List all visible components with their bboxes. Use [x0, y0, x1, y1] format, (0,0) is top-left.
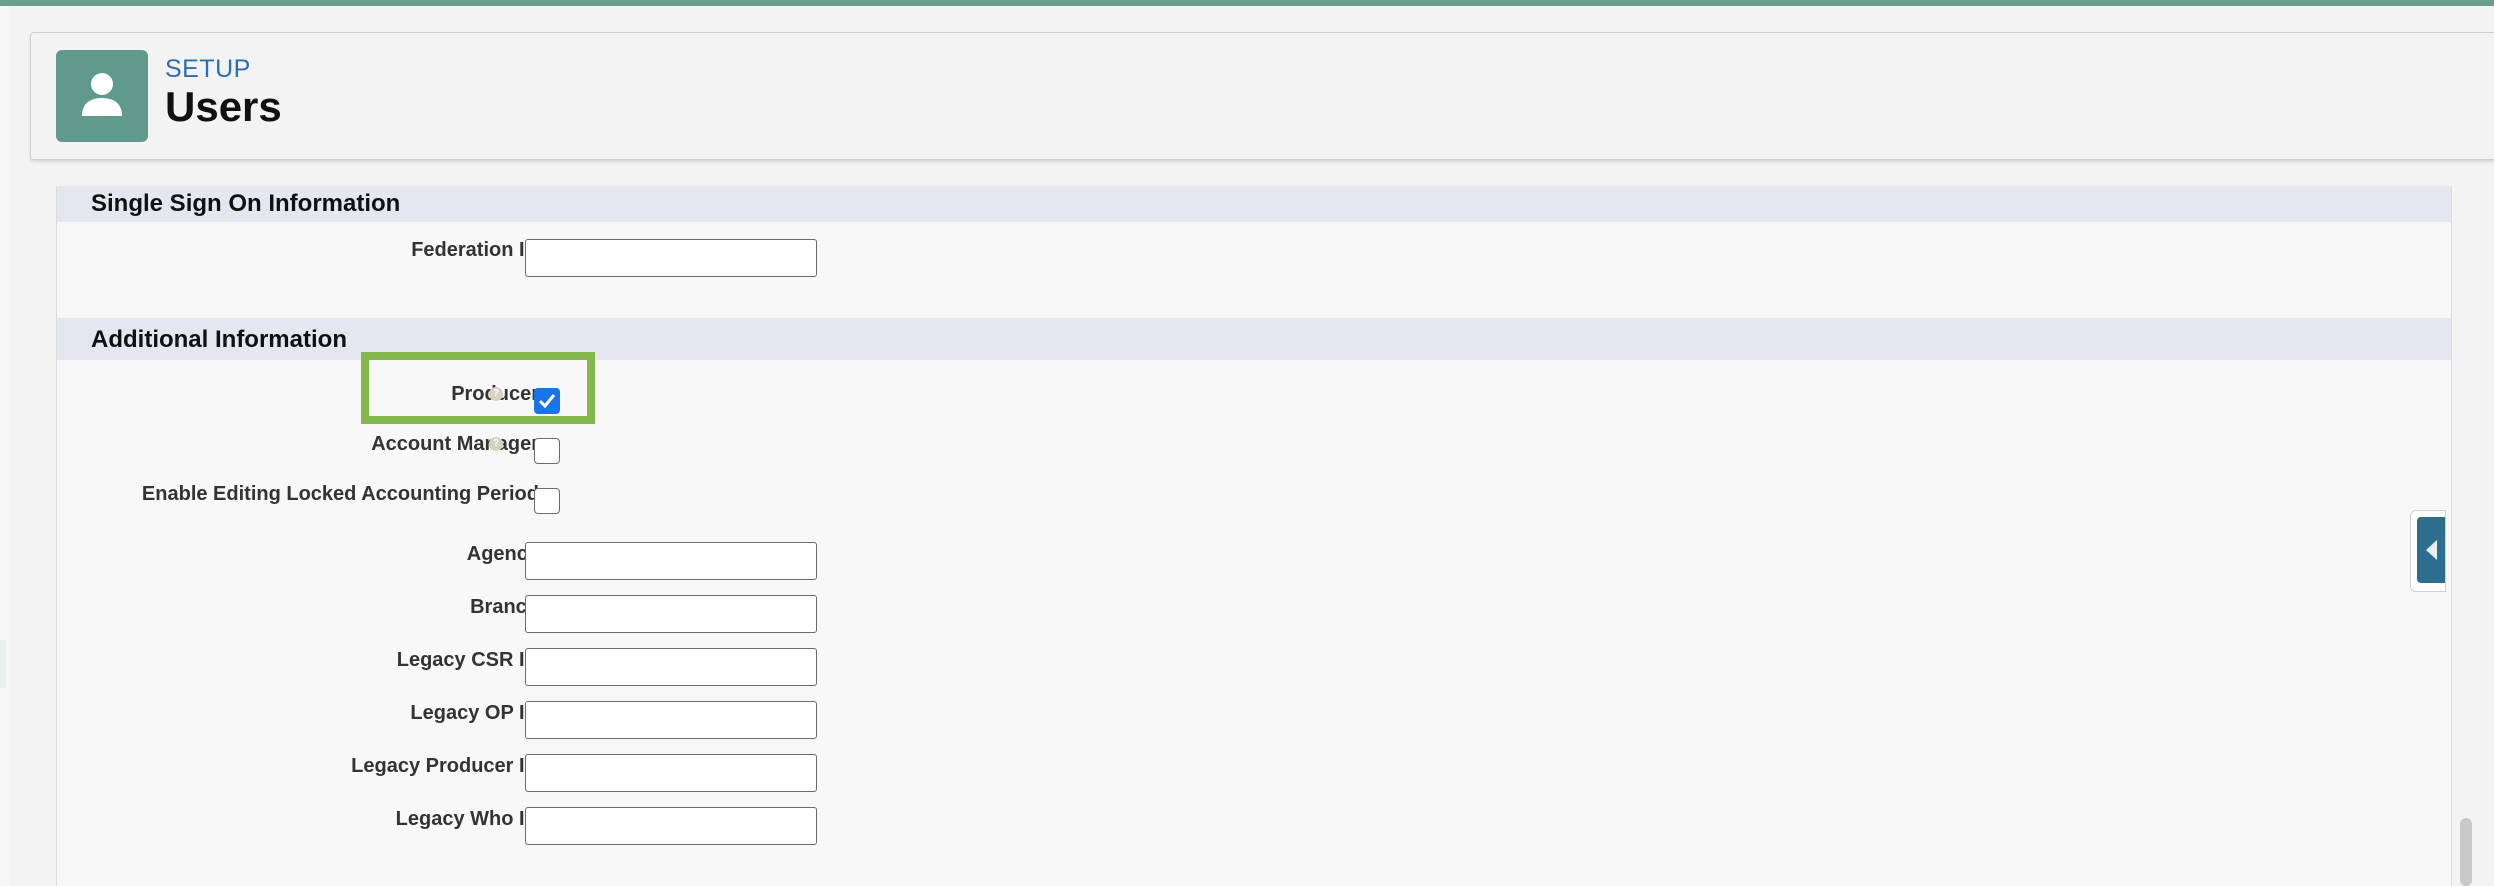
user-edit-panel: Single Sign On Information Federation ID… [56, 186, 2452, 886]
breadcrumb[interactable]: SETUP [165, 55, 251, 84]
help-icon[interactable]: ? [489, 387, 503, 401]
legacy-who-id-label: Legacy Who ID [395, 808, 539, 830]
left-nav-marker [0, 640, 6, 688]
top-accent-bar [0, 0, 2494, 6]
section-title-additional: Additional Information [91, 326, 347, 353]
account-manager-checkbox[interactable] [534, 438, 560, 464]
left-nav-strip [0, 6, 10, 886]
legacy-who-id-input[interactable] [525, 807, 817, 845]
federation-id-label: Federation ID [411, 239, 539, 261]
help-icon[interactable]: ? [489, 437, 503, 451]
producer-checkbox[interactable] [534, 388, 560, 414]
side-panel-toggle-inner[interactable] [2417, 517, 2445, 583]
section-title-sso: Single Sign On Information [91, 190, 401, 217]
legacy-producer-id-label: Legacy Producer ID [351, 755, 539, 777]
legacy-op-id-label: Legacy OP ID [410, 702, 539, 724]
agency-input[interactable] [525, 542, 817, 580]
checkmark-icon [538, 394, 556, 409]
page-title: Users [165, 83, 282, 130]
enable-editing-checkbox[interactable] [534, 488, 560, 514]
legacy-op-id-input[interactable] [525, 701, 817, 739]
side-panel-toggle[interactable] [2410, 510, 2446, 592]
federation-id-input[interactable] [525, 239, 817, 277]
account-manager-label: Account Manager [371, 433, 539, 455]
section-header-sso: Single Sign On Information [57, 186, 2451, 222]
legacy-csr-id-input[interactable] [525, 648, 817, 686]
page-header: SETUP Users [30, 32, 2494, 160]
enable-editing-label: Enable Editing Locked Accounting Period [141, 483, 539, 505]
user-icon [56, 50, 148, 142]
chevron-left-icon [2426, 540, 2437, 560]
legacy-csr-id-label: Legacy CSR ID [396, 649, 539, 671]
branch-input[interactable] [525, 595, 817, 633]
legacy-producer-id-input[interactable] [525, 754, 817, 792]
scrollbar-thumb[interactable] [2460, 818, 2472, 886]
